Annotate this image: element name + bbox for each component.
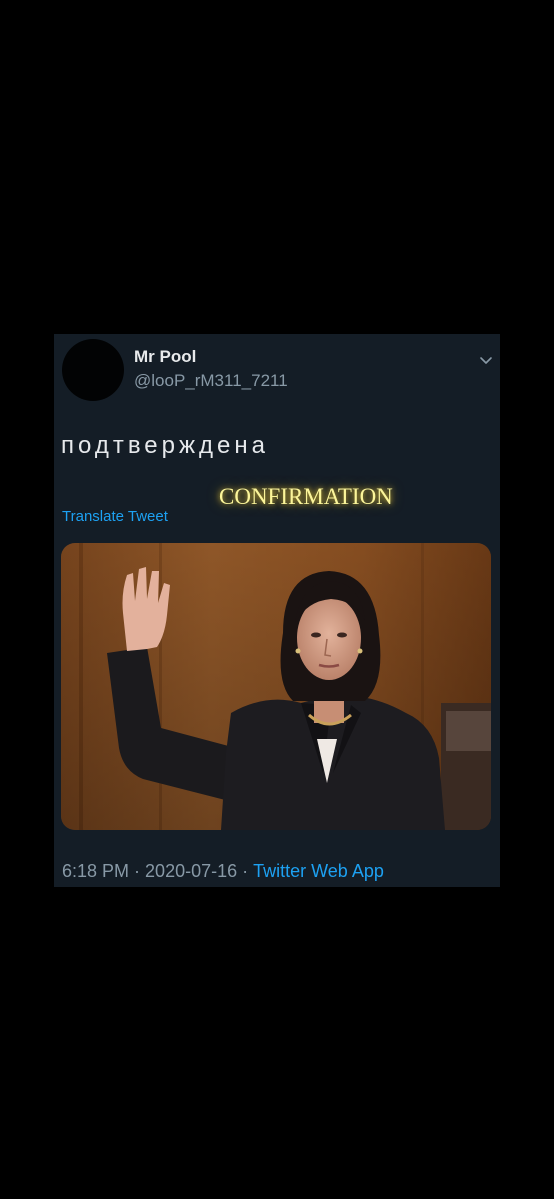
user-handle[interactable]: @looP_rM311_7211 [134,371,288,391]
tweet-source-link[interactable]: Twitter Web App [253,861,384,881]
tweet-card: Mr Pool @looP_rM311_7211 подтверждена CO… [54,334,500,887]
avatar[interactable] [62,339,124,401]
chevron-down-icon[interactable] [479,353,493,365]
tweet-time: 6:18 PM [62,861,130,881]
screenshot-page: Mr Pool @looP_rM311_7211 подтверждена CO… [0,0,554,1199]
tweet-meta: 6:18 PM · 2020-07-16 · Twitter Web App [62,861,384,882]
tweet-date: 2020-07-16 [145,861,238,881]
tweet-text: подтверждена [61,432,269,459]
meta-separator: · [242,861,249,881]
translate-tweet-link[interactable]: Translate Tweet [62,508,168,525]
display-name[interactable]: Mr Pool [134,347,196,367]
tweet-photo[interactable] [61,543,491,830]
meta-separator: · [134,861,141,881]
overlay-caption: CONFIRMATION [219,484,393,509]
